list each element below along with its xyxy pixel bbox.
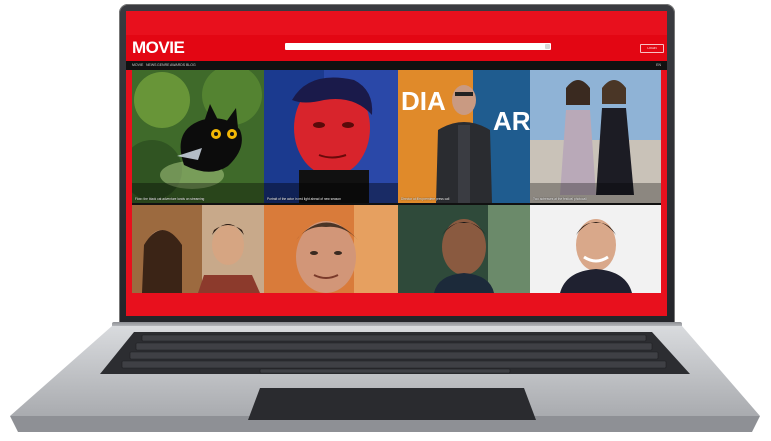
laptop-base: [10, 326, 760, 432]
